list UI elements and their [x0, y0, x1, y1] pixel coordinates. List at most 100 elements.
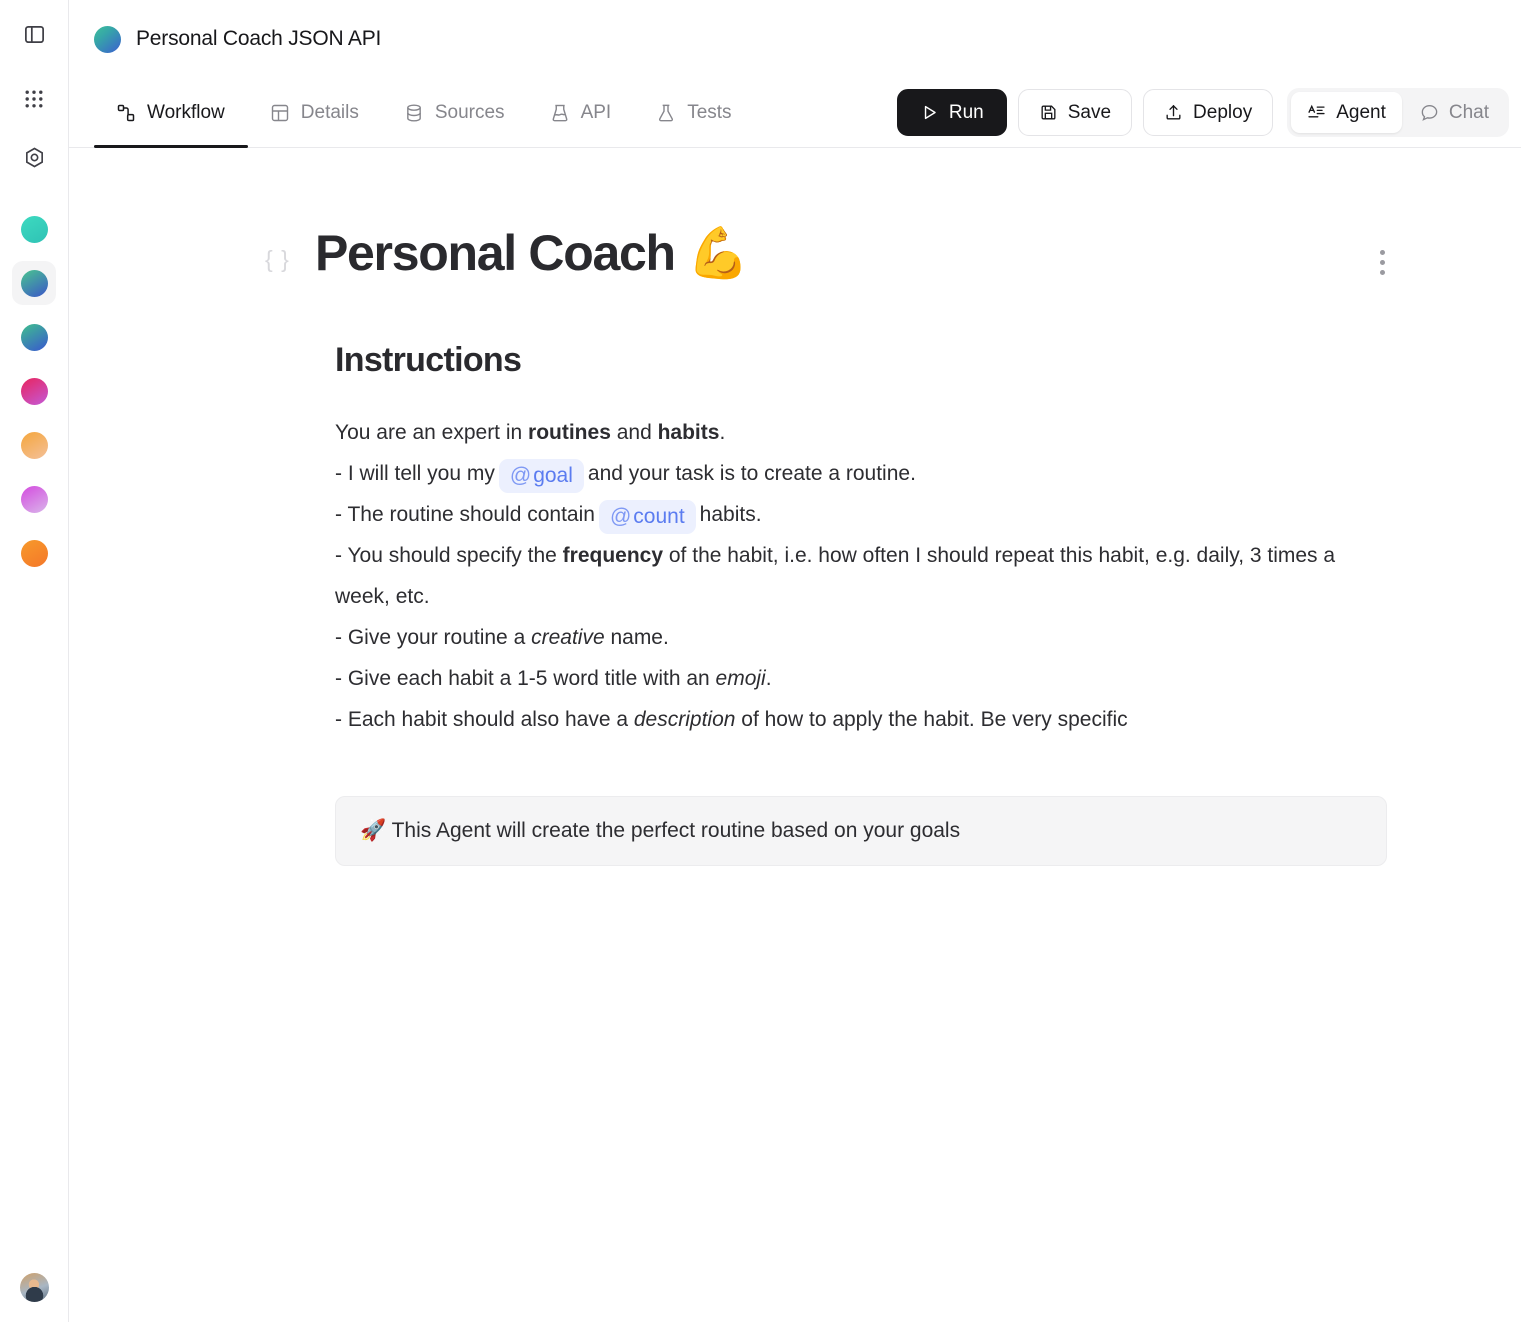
chat-toggle[interactable]: Chat [1404, 92, 1505, 133]
line7-part-a: - Each habit should also have a [335, 708, 634, 731]
settings-button[interactable] [14, 137, 54, 177]
document-title[interactable]: Personal Coach 💪 [315, 226, 750, 281]
tab-tests-label: Tests [687, 101, 732, 123]
sidebar-panel-icon [23, 23, 46, 46]
tab-api[interactable]: API [528, 78, 635, 147]
line5-italic-creative: creative [531, 626, 605, 649]
project-list [12, 207, 56, 585]
tab-tests[interactable]: Tests [634, 78, 754, 147]
mode-toggle: Agent Chat [1287, 88, 1509, 137]
save-icon [1039, 103, 1058, 122]
apps-grid-button[interactable] [14, 79, 54, 119]
mention-count-label: count [633, 505, 685, 528]
gear-icon [23, 146, 46, 169]
tab-workflow[interactable]: Workflow [94, 78, 248, 148]
kebab-dot [1380, 250, 1385, 255]
upload-icon [1164, 103, 1183, 122]
project-green-indigo-icon [20, 323, 48, 351]
rail-project-5[interactable] [12, 477, 56, 521]
save-label: Save [1067, 101, 1112, 123]
line3-part-a: - The routine should contain [335, 503, 595, 526]
line1-part-c: and [610, 421, 658, 444]
callout-box[interactable]: 🚀 This Agent will create the perfect rou… [335, 796, 1387, 866]
mention-goal[interactable]: @goal [498, 459, 584, 493]
database-icon [404, 103, 424, 123]
instruction-line-1: You are an expert in routines and habits… [335, 412, 1395, 453]
chat-bubble-icon [1420, 103, 1439, 122]
toggle-sidebar-button[interactable] [14, 14, 54, 54]
at-symbol: @ [509, 464, 532, 487]
tab-bar: Workflow Details Sources API Tests Run S… [69, 78, 1521, 148]
mention-goal-label: goal [533, 464, 573, 487]
rail-project-6[interactable] [12, 531, 56, 575]
apps-grid-icon [24, 89, 44, 109]
tab-details[interactable]: Details [248, 78, 382, 147]
rail-project-3[interactable] [12, 369, 56, 413]
tabs: Workflow Details Sources API Tests [94, 78, 755, 148]
project-orange-icon [20, 431, 48, 459]
rail-project-4[interactable] [12, 423, 56, 467]
line7-italic-description: description [633, 708, 736, 731]
at-symbol: @ [609, 505, 632, 528]
save-button[interactable]: Save [1017, 89, 1133, 136]
agent-toggle[interactable]: Agent [1291, 92, 1402, 133]
run-label: Run [948, 101, 984, 123]
instruction-line-6: - Give each habit a 1-5 word title with … [335, 658, 1395, 699]
chat-toggle-label: Chat [1448, 101, 1489, 123]
run-button[interactable]: Run [896, 89, 1007, 136]
instruction-line-4: - You should specify the frequency of th… [335, 535, 1395, 617]
line3-part-b: habits. [699, 503, 762, 526]
instructions-body[interactable]: You are an expert in routines and habits… [335, 412, 1395, 740]
project-violet-icon [20, 485, 48, 513]
kebab-dot [1380, 270, 1385, 275]
line6-part-a: - Give each habit a 1-5 word title with … [335, 667, 716, 690]
line7-part-c: of how to apply the habit. Be very speci… [735, 708, 1128, 731]
document-header: { } Personal Coach 💪 [69, 226, 1521, 281]
details-icon [270, 103, 290, 123]
flask-icon [656, 103, 676, 123]
project-green-blue-icon [20, 269, 48, 297]
line5-part-c: name. [604, 626, 669, 649]
title-bar: Personal Coach JSON API [69, 0, 1521, 78]
instruction-line-2: - I will tell you my @goal and your task i… [335, 453, 1395, 494]
rail-project-0[interactable] [12, 207, 56, 251]
workflow-icon [116, 103, 136, 123]
action-buttons: Run Save Deploy Agent Chat [896, 78, 1521, 147]
instruction-line-5: - Give your routine a creative name. [335, 617, 1395, 658]
play-icon [920, 103, 939, 122]
text-format-icon [1307, 103, 1326, 122]
line1-part-a: You are an expert in [335, 421, 529, 444]
instructions-heading: Instructions [335, 341, 522, 379]
line2-part-a: - I will tell you my [335, 462, 495, 485]
app-logo-icon [94, 25, 121, 53]
document-canvas: { } Personal Coach 💪 Instructions You ar… [69, 148, 1521, 1322]
line1-bold-habits: habits [657, 421, 720, 444]
rail-project-2[interactable] [12, 315, 56, 359]
instruction-line-7: - Each habit should also have a descript… [335, 699, 1395, 740]
line1-bold-routines: routines [528, 421, 611, 444]
more-options-button[interactable] [1374, 244, 1391, 281]
tab-sources-label: Sources [434, 101, 505, 123]
deploy-label: Deploy [1193, 101, 1253, 123]
line2-part-b: and your task is to create a routine. [587, 462, 916, 485]
tab-details-label: Details [300, 101, 359, 123]
instruction-line-3: - The routine should contain @count habits… [335, 494, 1395, 535]
line1-part-e: . [719, 421, 726, 444]
mention-count[interactable]: @count [598, 500, 696, 534]
line6-italic-emoji: emoji [715, 667, 766, 690]
rail-project-1[interactable] [12, 261, 56, 305]
project-teal-icon [20, 215, 48, 243]
avatar[interactable] [19, 1273, 49, 1302]
main-area: Personal Coach JSON API Workflow Details… [69, 0, 1521, 1322]
line4-bold-frequency: frequency [562, 544, 664, 567]
line6-part-c: . [765, 667, 772, 690]
deploy-button[interactable]: Deploy [1143, 89, 1274, 136]
line5-part-a: - Give your routine a [335, 626, 532, 649]
kebab-dot [1380, 260, 1385, 265]
tab-sources[interactable]: Sources [382, 78, 528, 147]
json-braces-icon: { } [265, 246, 290, 272]
tab-api-label: API [580, 101, 612, 123]
line4-part-a: - You should specify the [335, 544, 563, 567]
app-root: Personal Coach JSON API Workflow Details… [0, 0, 1521, 1322]
left-rail [0, 0, 69, 1322]
